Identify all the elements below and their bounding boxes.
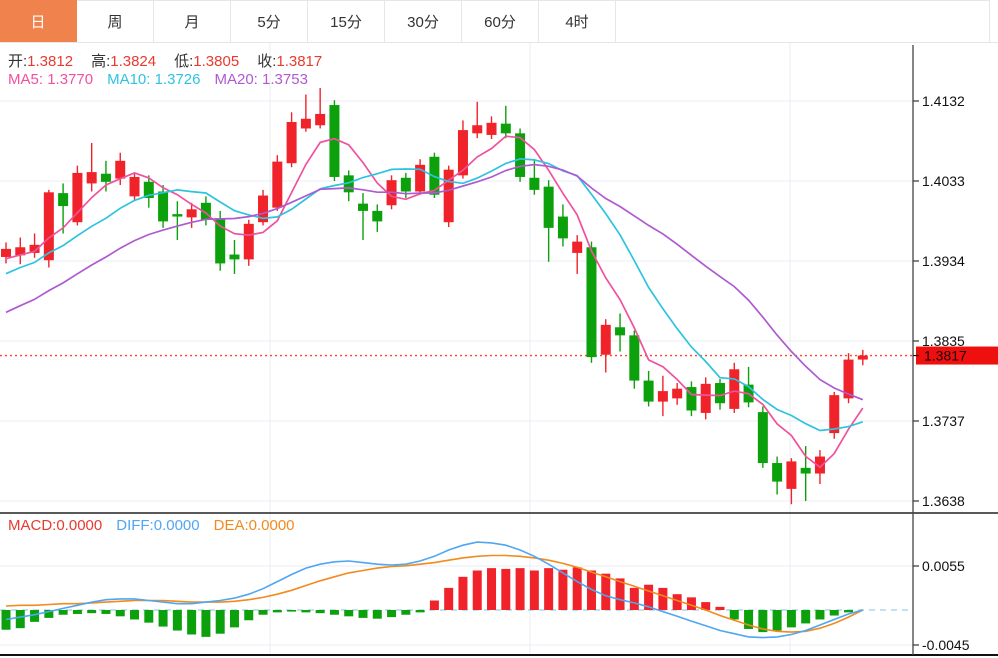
ma10-label: MA10: bbox=[107, 71, 151, 88]
ma5-value: 1.3770 bbox=[47, 71, 94, 88]
high-label: 高: bbox=[91, 53, 111, 70]
tab-strip-edge bbox=[990, 0, 998, 42]
high-value: 1.3824 bbox=[110, 53, 157, 70]
diff-line bbox=[5, 541, 864, 639]
price-tag-value: 1.3817 bbox=[924, 348, 967, 364]
price-tick-label: 1.3638 bbox=[922, 493, 965, 509]
tab-15分[interactable]: 15分 bbox=[308, 0, 385, 42]
tab-strip-spacer bbox=[616, 0, 990, 42]
macd-tick-label: -0.0045 bbox=[922, 637, 970, 653]
price-tick-label: 1.3934 bbox=[922, 253, 965, 269]
low-value: 1.3805 bbox=[193, 53, 240, 70]
macd-lines bbox=[5, 541, 864, 639]
macd-value: 0.0000 bbox=[56, 517, 103, 534]
dea-line bbox=[5, 554, 864, 633]
tab-日[interactable]: 日 bbox=[0, 0, 77, 42]
macd-readout: MACD:0.0000 DIFF:0.0000 DEA:0.0000 bbox=[8, 517, 295, 534]
tab-30分[interactable]: 30分 bbox=[385, 0, 462, 42]
diff-value: 0.0000 bbox=[153, 517, 200, 534]
open-label: 开: bbox=[8, 53, 28, 70]
chart-canvas[interactable]: 1.41321.40331.39341.38351.37371.36380.00… bbox=[0, 0, 998, 658]
close-value: 1.3817 bbox=[276, 53, 323, 70]
gridlines bbox=[0, 43, 913, 655]
low-label: 低: bbox=[174, 53, 194, 70]
tab-4时[interactable]: 4时 bbox=[539, 0, 616, 42]
close-label: 收: bbox=[257, 53, 277, 70]
period-tab-strip: 日周月 5分 15分 30分 60分 4时 bbox=[0, 0, 998, 43]
open-value: 1.3812 bbox=[27, 53, 74, 70]
tab-周[interactable]: 周 bbox=[77, 0, 154, 42]
dea-value: 0.0000 bbox=[248, 517, 295, 534]
candlestick-series bbox=[1, 88, 868, 505]
axis-labels: 1.41321.40331.39341.38351.37371.36380.00… bbox=[913, 93, 970, 653]
kline-chart-page: 1.4132 1.4033 1.3934 1.3835 1.3737 1.3638 0.00… bbox=[0, 0, 998, 658]
price-tag: 1.3817 bbox=[913, 346, 998, 365]
ma20-value: 1.3753 bbox=[262, 71, 308, 88]
ma10-value: 1.3726 bbox=[154, 71, 201, 88]
macd-label: MACD: bbox=[8, 517, 57, 534]
ma5-label: MA5: bbox=[8, 71, 44, 88]
tab-60分[interactable]: 60分 bbox=[462, 0, 539, 42]
dea-label: DEA: bbox=[213, 517, 249, 534]
ohlc-readout: 开:1.3812 高:1.3824 低:1.3805 收:1.3817 bbox=[8, 50, 322, 71]
macd-tick-label: 0.0055 bbox=[922, 558, 965, 574]
ma20-label: MA20: bbox=[214, 71, 258, 88]
tab-月[interactable]: 月 bbox=[154, 0, 231, 42]
price-tick-label: 1.3737 bbox=[922, 413, 965, 429]
axes bbox=[0, 45, 998, 656]
ma-readout: MA5: 1.3770 MA10: 1.3726 MA20: 1.3753 bbox=[8, 71, 308, 88]
price-tick-label: 1.4132 bbox=[922, 93, 965, 109]
tab-5分[interactable]: 5分 bbox=[231, 0, 308, 42]
price-tick-label: 1.4033 bbox=[922, 173, 965, 189]
macd-histogram bbox=[1, 567, 854, 637]
diff-label: DIFF: bbox=[116, 517, 154, 534]
